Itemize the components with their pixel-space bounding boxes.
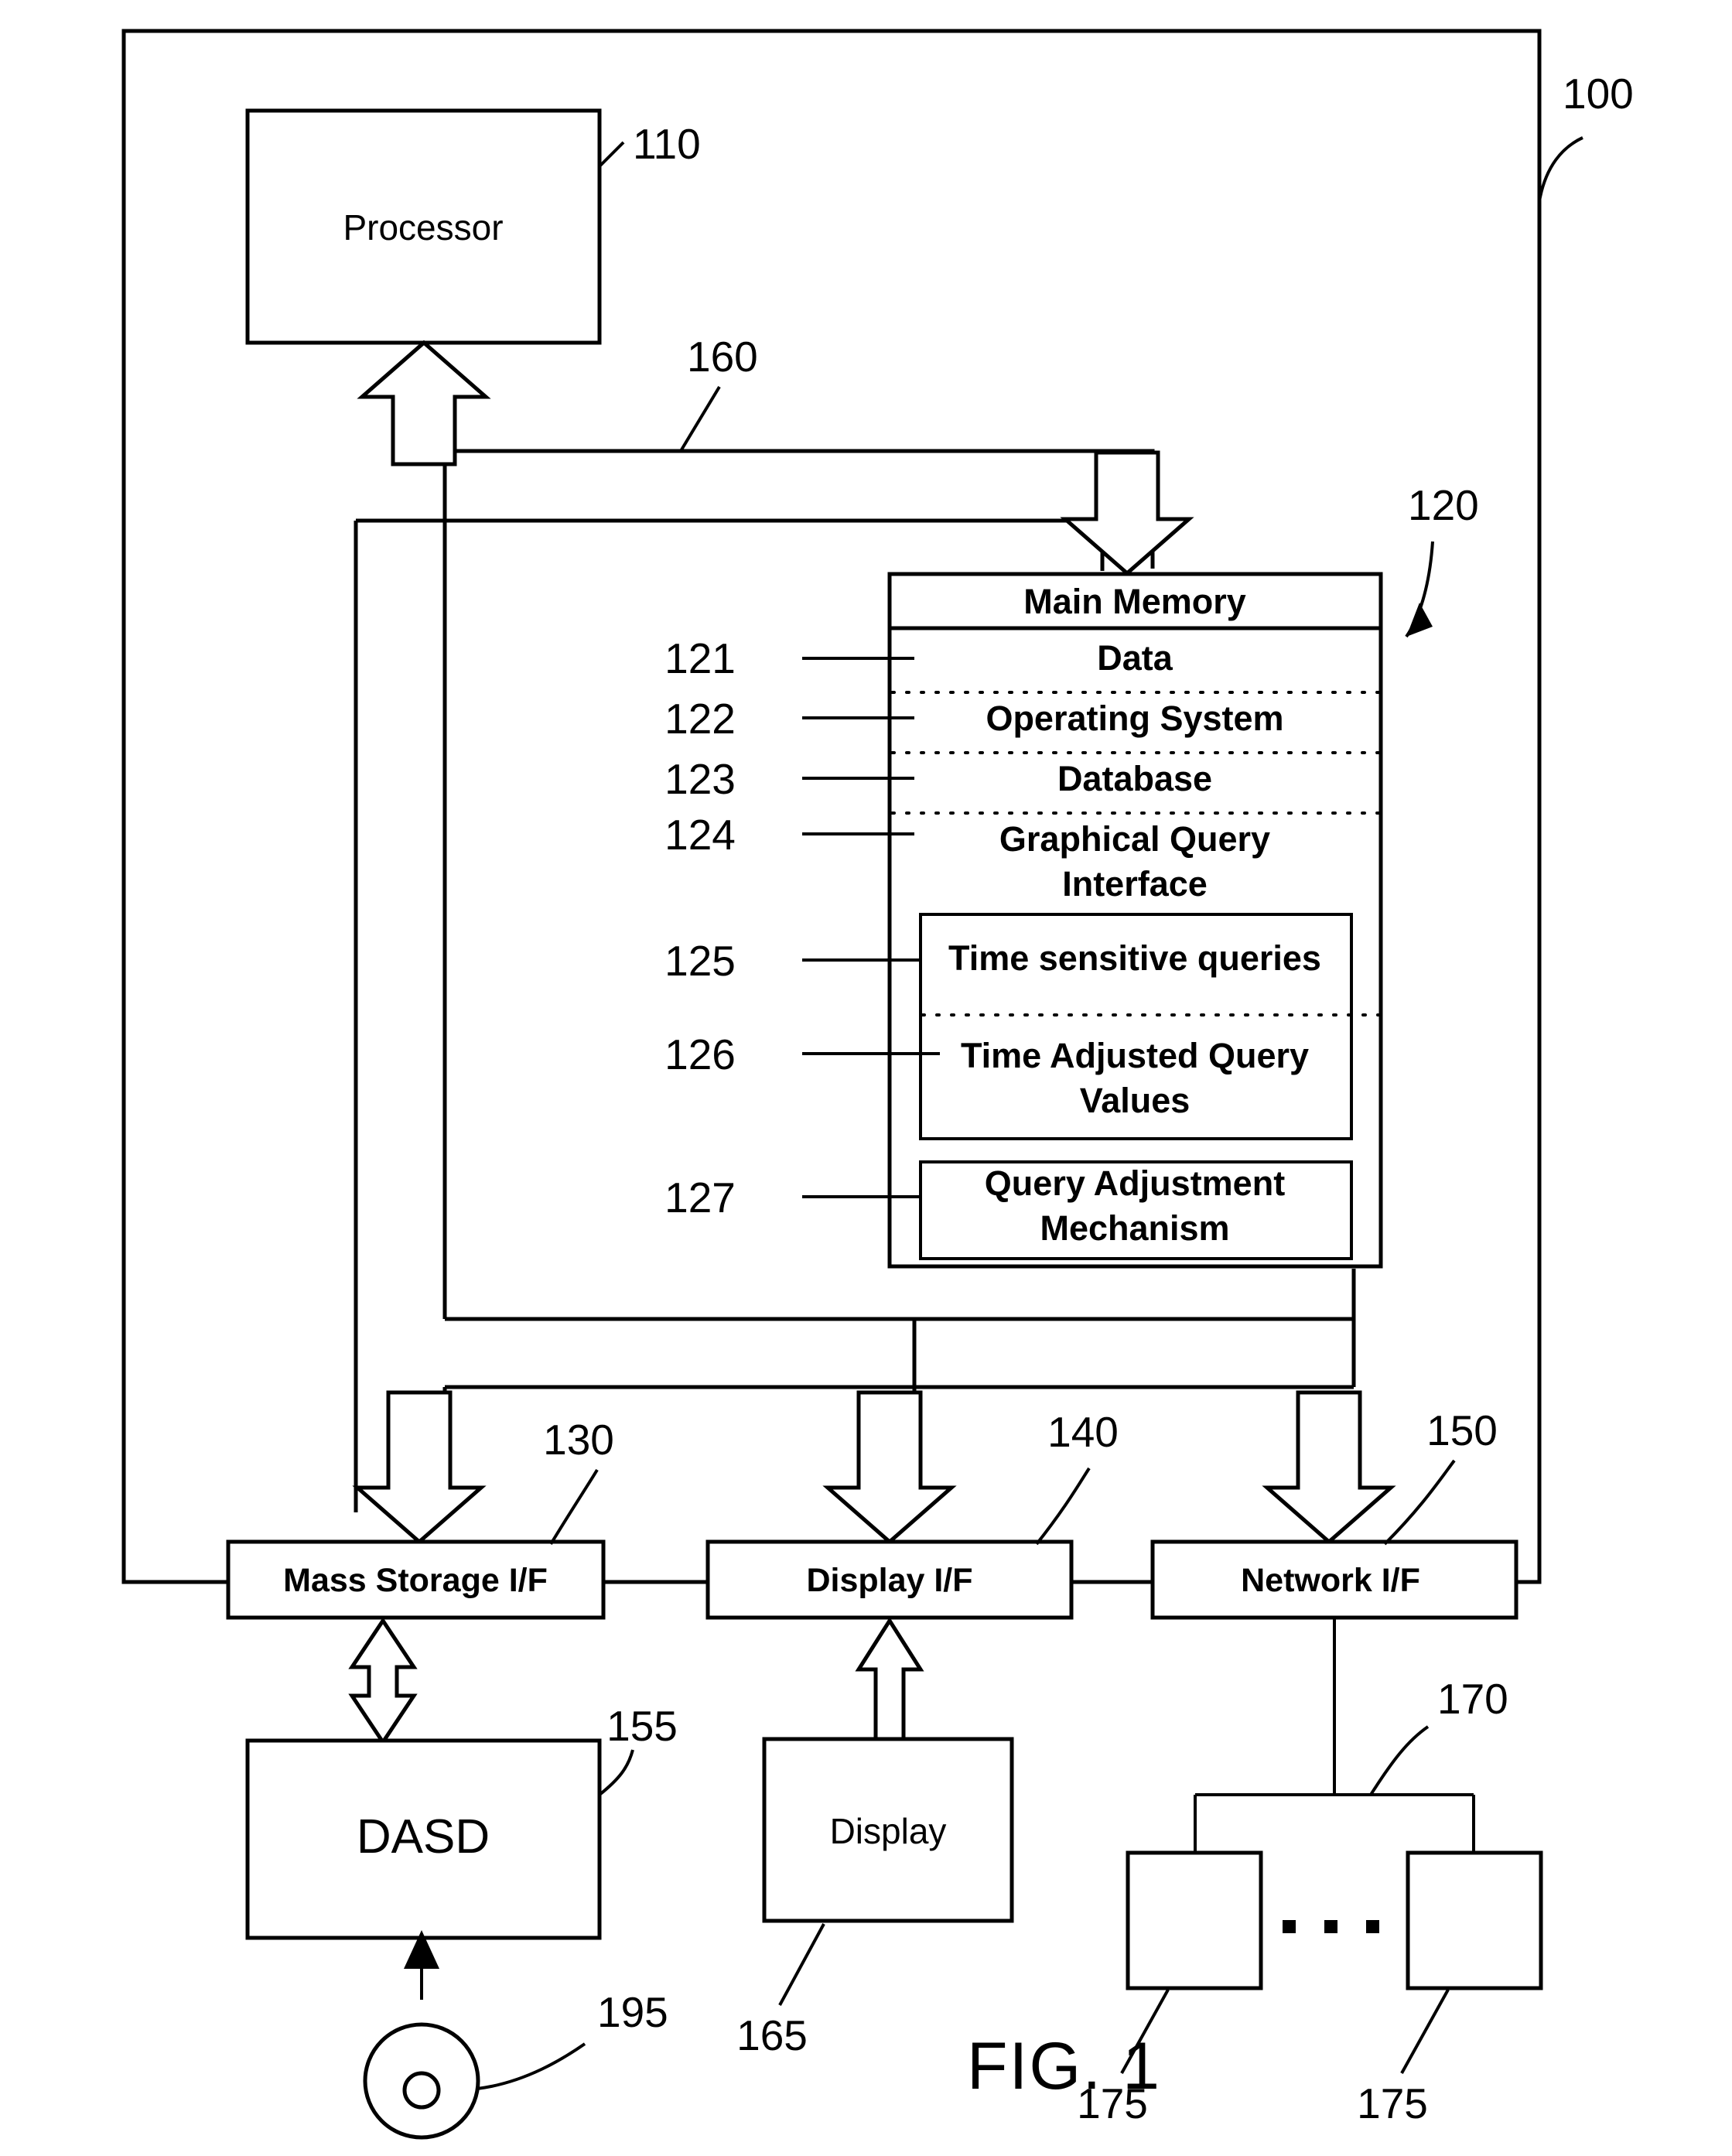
- memory-item-gqi-label-line2: Interface: [1062, 864, 1208, 904]
- network-node-right: [1406, 1850, 1543, 1990]
- system-ref-label: 100: [1563, 70, 1634, 118]
- network-ref-label: 170: [1437, 1675, 1508, 1723]
- removable-media-ref-leader: [477, 2042, 586, 2090]
- bus-to-mass-storage-arrow: [352, 1390, 487, 1545]
- network-link: [1194, 1618, 1475, 1853]
- main-memory-label: Main Memory: [1023, 582, 1246, 621]
- display-if-label: Display I/F: [806, 1562, 972, 1599]
- mass-storage-if-ref-leader: [549, 1468, 599, 1546]
- memory-item-gqi-label-line1: Graphical Query: [999, 819, 1270, 859]
- memory-item-database-ref: 123: [664, 755, 736, 803]
- network-if-label: Network I/F: [1241, 1562, 1420, 1599]
- memory-item-data-ref: 121: [664, 634, 736, 682]
- memory-item-qam-ref: 127: [664, 1174, 736, 1222]
- memory-item-time-sensitive-label: Time sensitive queries: [948, 938, 1321, 978]
- network-ref-leader: [1369, 1725, 1430, 1796]
- dasd-label: DASD: [357, 1810, 490, 1864]
- memory-item-time-sensitive-ref: 125: [664, 937, 736, 985]
- display-ref-leader: [778, 1923, 825, 2006]
- network-if-ref-leader: [1383, 1459, 1456, 1546]
- network-node-right-leader: [1400, 1989, 1450, 2074]
- bus-drops: [442, 1319, 917, 1488]
- main-memory-ref-label: 120: [1408, 481, 1479, 529]
- display-label: Display: [830, 1811, 947, 1851]
- bus-ref-leader: [679, 385, 721, 453]
- system-ref-leader: [1538, 136, 1583, 202]
- removable-media-ref-label: 195: [597, 1988, 668, 2036]
- network-node-left: [1126, 1850, 1263, 1990]
- memory-item-os-ref: 122: [664, 695, 736, 743]
- memory-item-gqi-ref: 124: [664, 811, 736, 859]
- patent-figure: 100 Processor 110 160 Main Memory 120 Da…: [0, 0, 1732, 2156]
- mass-storage-to-dasd-arrow: [348, 1617, 418, 1746]
- network-nodes-ellipsis: [1283, 1920, 1379, 1933]
- mass-storage-if-label: Mass Storage I/F: [283, 1562, 548, 1599]
- bus-to-display-if-arrow: [822, 1390, 957, 1545]
- display-ref-label: 165: [736, 2011, 808, 2059]
- bus-to-memory-arrow: [1060, 450, 1194, 576]
- bus-to-network-if-arrow: [1262, 1390, 1396, 1545]
- memory-item-taqv-ref: 126: [664, 1030, 736, 1078]
- memory-item-data-label: Data: [1097, 638, 1173, 678]
- display-if-ref-label: 140: [1047, 1408, 1119, 1456]
- display-if-ref-leader: [1035, 1467, 1091, 1546]
- memory-item-qam-label-line1: Query Adjustment: [985, 1163, 1285, 1203]
- processor-ref-leader: [598, 141, 625, 168]
- memory-item-taqv-label-line1: Time Adjusted Query: [961, 1036, 1309, 1075]
- memory-item-qam-label-line2: Mechanism: [1040, 1208, 1229, 1248]
- main-memory-ref-leader: [1405, 541, 1434, 638]
- dasd-ref-label: 155: [606, 1702, 678, 1750]
- memory-item-database-label: Database: [1057, 759, 1212, 798]
- mass-storage-if-ref-label: 130: [543, 1416, 614, 1464]
- network-node-right-ref: 175: [1357, 2079, 1428, 2127]
- bus-ref-label: 160: [687, 333, 758, 381]
- removable-media-disc-icon: [363, 2022, 480, 2140]
- memory-item-os-label: Operating System: [986, 699, 1283, 738]
- figure-caption: FIG. 1: [967, 2029, 1161, 2103]
- bus-to-processor-arrow: [357, 340, 491, 466]
- dasd-ref-leader: [598, 1749, 634, 1796]
- processor-label: Processor: [343, 207, 503, 248]
- processor-ref-label: 110: [633, 120, 701, 168]
- memory-item-taqv-label-line2: Values: [1080, 1081, 1191, 1120]
- network-if-ref-label: 150: [1426, 1406, 1498, 1454]
- removable-media-arrow: [404, 1930, 439, 2000]
